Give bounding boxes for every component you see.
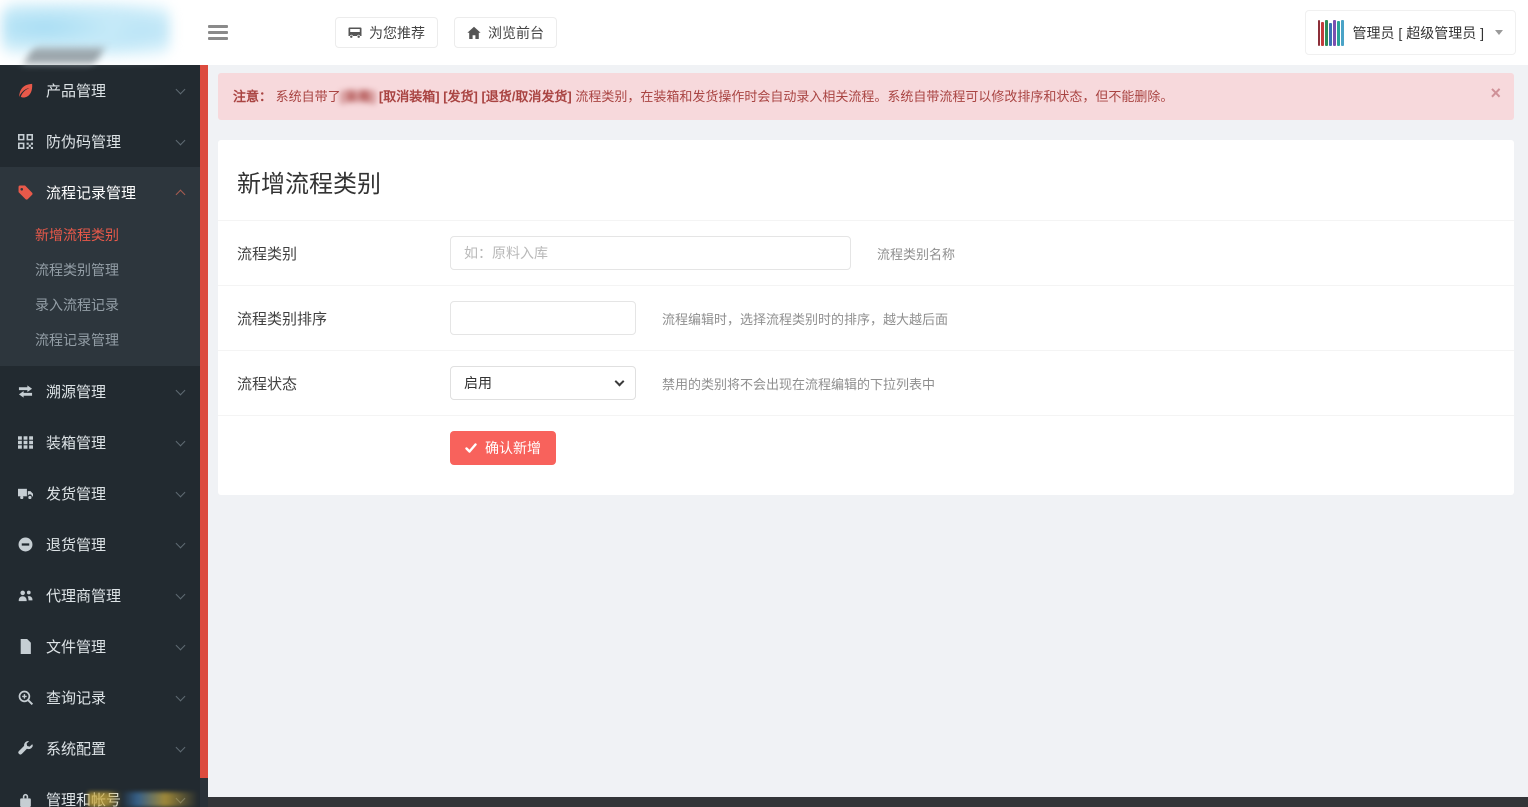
truck-icon <box>18 486 35 501</box>
sidebar-item-label: 流程记录管理 <box>46 185 137 202</box>
sidebar-item-label: 查询记录 <box>46 690 107 707</box>
sidebar-item-returns[interactable]: 退货管理 <box>0 519 200 570</box>
recommend-label: 为您推荐 <box>369 24 425 41</box>
confirm-add-button[interactable]: 确认新增 <box>450 431 556 465</box>
submenu-item-process-category-management[interactable]: 流程类别管理 <box>0 253 200 288</box>
sidebar-item-label: 产品管理 <box>46 83 107 100</box>
recommend-bus-icon <box>348 26 362 40</box>
form-row-category: 流程类别 流程类别名称 <box>218 220 1514 285</box>
sidebar-item-packing[interactable]: 装箱管理 <box>0 417 200 468</box>
chevron-down-icon <box>175 385 186 395</box>
caret-down-icon <box>1495 30 1503 35</box>
scrollbar-thumb[interactable] <box>200 65 208 778</box>
submenu-process-records: 新增流程类别 流程类别管理 录入流程记录 流程记录管理 <box>0 218 200 366</box>
sidebar-item-files[interactable]: 文件管理 <box>0 621 200 672</box>
sidebar-item-shipping[interactable]: 发货管理 <box>0 468 200 519</box>
sidebar-item-label: 发货管理 <box>46 486 107 503</box>
sidebar-group-process-records: 流程记录管理 新增流程类别 流程类别管理 录入流程记录 流程记录管理 <box>0 167 200 366</box>
grid-icon <box>18 435 35 450</box>
search-icon <box>18 690 35 705</box>
sidebar-item-label: 防伪码管理 <box>46 134 122 151</box>
field-hint-sort-order: 流程编辑时，选择流程类别时的排序，越大越后面 <box>662 311 949 327</box>
avatar <box>1317 19 1344 46</box>
sidebar-toggle-button[interactable] <box>208 21 230 44</box>
submenu-item-process-record-management[interactable]: 流程记录管理 <box>0 323 200 358</box>
sidebar-item-system-config[interactable]: 系统配置 <box>0 723 200 774</box>
qrcode-icon <box>18 134 35 149</box>
check-icon <box>465 442 477 454</box>
form-card: 新增流程类别 流程类别 流程类别名称 流程类别排序 流程编辑时，选择流程类别时的… <box>218 140 1514 495</box>
sidebar-item-traceability[interactable]: 溯源管理 <box>0 366 200 417</box>
status-select[interactable]: 启用 <box>450 366 636 400</box>
chevron-down-icon <box>175 135 186 145</box>
file-icon <box>18 639 35 654</box>
view-frontend-button[interactable]: 浏览前台 <box>454 17 557 48</box>
chevron-down-icon <box>175 538 186 548</box>
user-label: 管理员 [ 超级管理员 ] <box>1352 24 1484 41</box>
submit-label: 确认新增 <box>485 440 541 456</box>
sidebar-item-label: 代理商管理 <box>46 588 122 605</box>
field-label-status: 流程状态 <box>237 375 298 393</box>
lock-icon <box>18 792 35 807</box>
field-label-category: 流程类别 <box>237 245 298 263</box>
minus-circle-icon <box>18 537 35 552</box>
sidebar-item-anticounterfeit-codes[interactable]: 防伪码管理 <box>0 116 200 167</box>
chevron-down-icon <box>175 589 186 599</box>
footer-strip <box>200 797 1528 807</box>
alert-tags: [取消装箱] [发货] [退货/取消发货] <box>375 89 576 104</box>
sidebar-item-product-management[interactable]: 产品管理 <box>0 65 200 116</box>
alert-censored-tag: [装箱] <box>340 89 376 104</box>
main-content: 注意： 系统自带了[装箱] [取消装箱] [发货] [退货/取消发货] 流程类别… <box>208 65 1528 807</box>
status-select-wrapper: 启用 <box>450 366 636 400</box>
alert-close-button[interactable]: × <box>1490 84 1501 102</box>
chevron-down-icon <box>175 691 186 701</box>
sidebar-item-label: 溯源管理 <box>46 384 107 401</box>
alert-prefix: 注意： <box>233 89 273 104</box>
page-title: 新增流程类别 <box>237 171 381 198</box>
user-menu[interactable]: 管理员 [ 超级管理员 ] <box>1304 10 1516 55</box>
topbar: 为您推荐 浏览前台 管理员 [ 超级管理员 ] <box>0 0 1528 65</box>
alert-banner: 注意： 系统自带了[装箱] [取消装箱] [发货] [退货/取消发货] 流程类别… <box>218 73 1514 120</box>
form-footer: 确认新增 <box>218 415 1514 495</box>
sidebar-item-label: 装箱管理 <box>46 435 107 452</box>
sidebar-item-label: 退货管理 <box>46 537 107 554</box>
field-label-sort-order: 流程类别排序 <box>237 310 328 328</box>
alert-text: 流程类别，在装箱和发货操作时会自动录入相关流程。系统自带流程可以修改排序和状态，… <box>575 89 1174 104</box>
chevron-down-icon <box>175 436 186 446</box>
alert-text: 系统自带了 <box>272 89 341 104</box>
chevron-down-icon <box>175 742 186 752</box>
censored-logo-shadow <box>23 48 105 64</box>
wrench-icon <box>18 741 35 756</box>
sidebar-item-query-records[interactable]: 查询记录 <box>0 672 200 723</box>
form-row-sort-order: 流程类别排序 流程编辑时，选择流程类别时的排序，越大越后面 <box>218 285 1514 350</box>
logo-area <box>0 0 200 65</box>
recommend-button[interactable]: 为您推荐 <box>335 17 438 48</box>
sidebar-item-label: 系统配置 <box>46 741 107 758</box>
submenu-item-enter-process-record[interactable]: 录入流程记录 <box>0 288 200 323</box>
sidebar-item-agents[interactable]: 代理商管理 <box>0 570 200 621</box>
tag-icon <box>18 185 35 200</box>
leaf-icon <box>18 83 35 98</box>
chevron-down-icon <box>175 487 186 497</box>
field-hint-category: 流程类别名称 <box>877 246 956 262</box>
field-hint-status: 禁用的类别将不会出现在流程编辑的下拉列表中 <box>662 376 936 392</box>
exchange-icon <box>18 384 35 399</box>
home-icon <box>467 26 481 40</box>
sidebar-item-process-record-management[interactable]: 流程记录管理 <box>0 167 200 218</box>
users-icon <box>18 588 35 603</box>
form-row-status: 流程状态 启用 禁用的类别将不会出现在流程编辑的下拉列表中 <box>218 350 1514 415</box>
chevron-down-icon <box>175 84 186 94</box>
chevron-down-icon <box>175 640 186 650</box>
sidebar: 产品管理 防伪码管理 流程记录管理 新增流程类别 流程类别管理 录入流程记录 流… <box>0 65 200 807</box>
watermark <box>88 792 198 807</box>
process-category-input[interactable] <box>450 236 851 270</box>
sort-order-input[interactable] <box>450 301 636 335</box>
view-frontend-label: 浏览前台 <box>488 24 544 41</box>
sidebar-scrollbar[interactable] <box>200 65 208 807</box>
sidebar-item-label: 文件管理 <box>46 639 107 656</box>
submenu-item-add-process-category[interactable]: 新增流程类别 <box>0 218 200 253</box>
chevron-up-icon <box>175 189 186 200</box>
